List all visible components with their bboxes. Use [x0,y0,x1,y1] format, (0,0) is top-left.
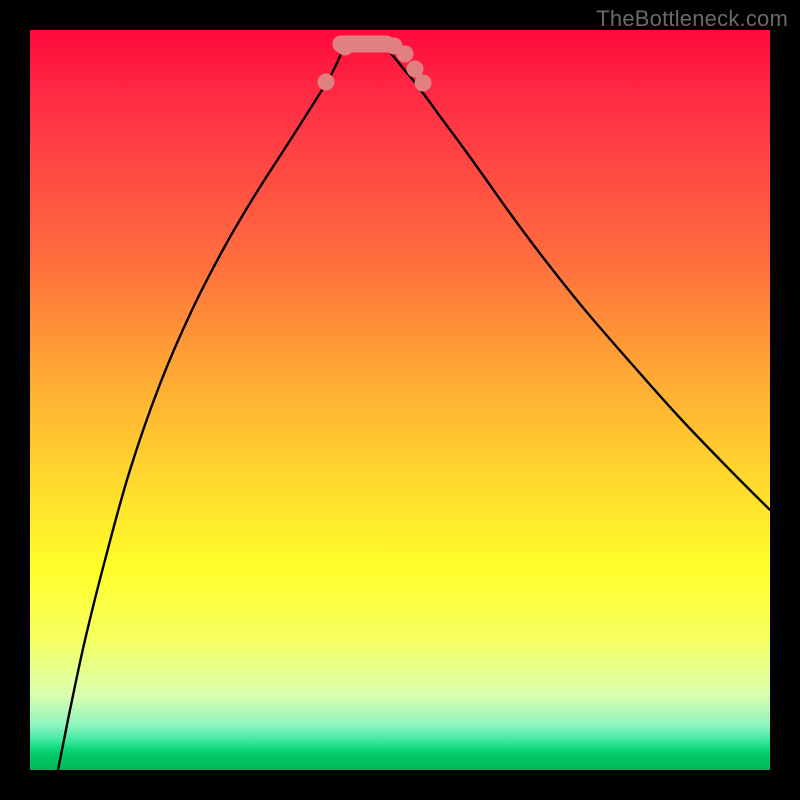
dot-marker [397,46,414,63]
left-curve [58,44,348,770]
chart-svg [30,30,770,770]
right-curve [378,43,770,510]
watermark-text: TheBottleneck.com [596,6,788,32]
dot-marker [318,74,335,91]
chart-frame [30,30,770,770]
bottom-bar [333,36,395,53]
dot-marker [415,75,432,92]
